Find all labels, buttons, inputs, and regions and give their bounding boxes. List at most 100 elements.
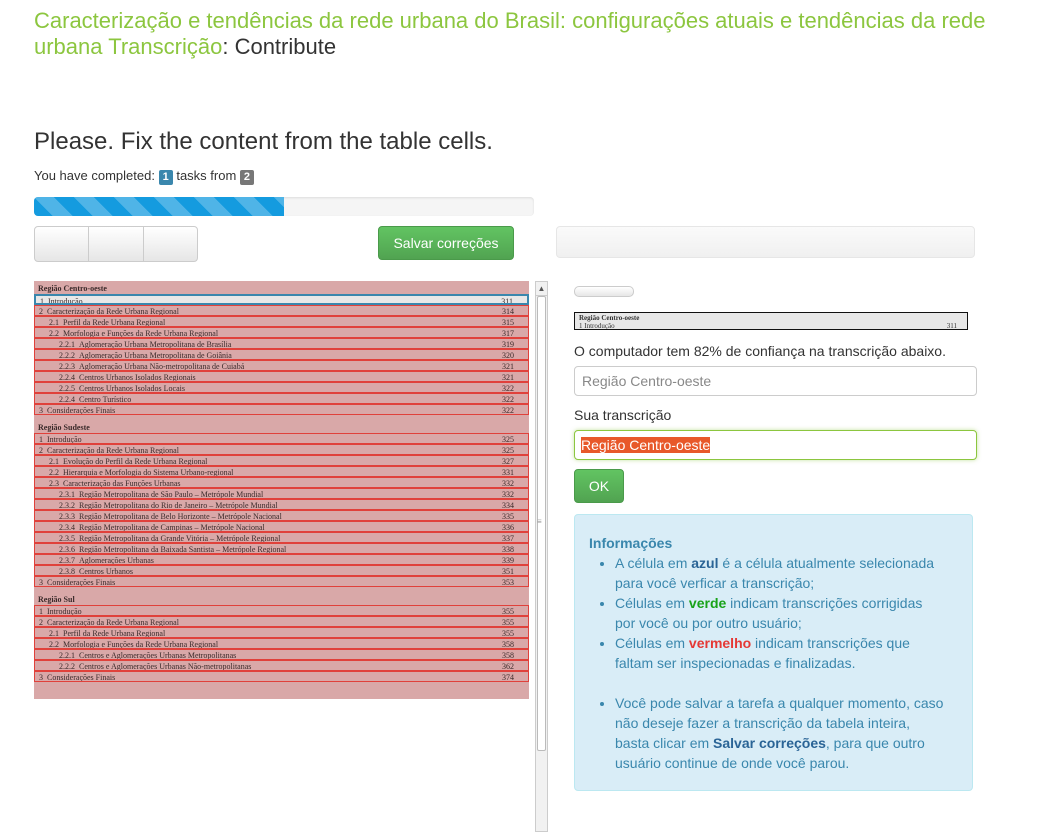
table-cell[interactable]: 2.2.2 Aglomeração Urbana Metropolitana d… bbox=[34, 349, 529, 360]
cell-title: Perfil da Rede Urbana Regional bbox=[63, 318, 166, 327]
cell-title: Aglomerações Urbanas bbox=[79, 556, 154, 565]
cell-title: Centros Urbanos Isolados Regionais bbox=[79, 373, 196, 382]
table-cell[interactable]: 2.1 Perfil da Rede Urbana Regional 315 bbox=[34, 316, 529, 327]
table-cell[interactable]: 2 Caracterização da Rede Urbana Regional… bbox=[34, 616, 529, 627]
cell-page: 336 bbox=[502, 523, 514, 532]
table-cell[interactable]: 2.2.1 Aglomeração Urbana Metropolitana d… bbox=[34, 338, 529, 349]
table-cell[interactable]: 2.2.4 Centros Urbanos Isolados Regionais… bbox=[34, 371, 529, 382]
cell-title: Região Metropolitana do Rio de Janeiro –… bbox=[79, 501, 278, 510]
cell-number: 2.3.1 bbox=[59, 490, 75, 499]
table-cell[interactable]: 2.2.5 Centros Urbanos Isolados Locais 322 bbox=[34, 382, 529, 393]
table-cell[interactable]: 2 Caracterização da Rede Urbana Regional… bbox=[34, 305, 529, 316]
progress-bar bbox=[34, 197, 534, 216]
section-heading-text: Região Centro-oeste bbox=[38, 284, 107, 293]
cell-title: Centro Turístico bbox=[79, 395, 132, 404]
zoom-toggle[interactable] bbox=[574, 286, 634, 297]
cell-page: 322 bbox=[502, 406, 514, 415]
cell-page: 319 bbox=[502, 340, 514, 349]
cell-text: 2.3.5 Região Metropolitana da Grande Vit… bbox=[59, 533, 280, 542]
table-cell[interactable]: 2.2 Morfologia e Funções da Rede Urbana … bbox=[34, 638, 529, 649]
scroll-up-arrow-icon[interactable]: ▲ bbox=[536, 282, 547, 296]
cell-page: 332 bbox=[502, 490, 514, 499]
info-title: Informações bbox=[589, 535, 673, 551]
cell-title: Evolução do Perfil da Rede Urbana Region… bbox=[63, 457, 208, 466]
cell-number: 2.1 bbox=[49, 629, 59, 638]
tasks-from-label: tasks from bbox=[176, 168, 237, 183]
table-cell[interactable]: 2.3.4 Região Metropolitana de Campinas –… bbox=[34, 521, 529, 532]
table-cell[interactable]: 2.2.3 Aglomeração Urbana Não-metropolita… bbox=[34, 360, 529, 371]
table-cell[interactable]: 2.3.6 Região Metropolitana da Baixada Sa… bbox=[34, 543, 529, 554]
cell-number: 2.2.1 bbox=[59, 340, 75, 349]
nav-button-1[interactable] bbox=[35, 227, 90, 261]
your-transcription-input[interactable]: Região Centro-oeste bbox=[574, 430, 977, 460]
cell-page: 321 bbox=[502, 373, 514, 382]
table-cell[interactable]: 2.3 Caracterização das Funções Urbanas 33… bbox=[34, 477, 529, 488]
title-separator: : bbox=[222, 34, 229, 59]
table-cell[interactable]: 1 Introdução 325 bbox=[34, 433, 529, 444]
table-cell[interactable]: 1 Introdução 355 bbox=[34, 605, 529, 616]
cell-title: Considerações Finais bbox=[47, 578, 116, 587]
cell-title: Centros Urbanos Isolados Locais bbox=[79, 384, 185, 393]
table-cell[interactable]: 2.3.8 Centros Urbanos 351 bbox=[34, 565, 529, 576]
info-key-green: verde bbox=[688, 595, 727, 611]
document-viewer[interactable]: Região Centro-oeste 1 Introdução 311 2 Cara… bbox=[34, 281, 548, 832]
info-text: Células em bbox=[615, 595, 689, 611]
cell-page: 358 bbox=[502, 640, 514, 649]
nav-button-2[interactable] bbox=[89, 227, 144, 261]
cell-text: 2.2 Morfologia e Funções da Rede Urbana … bbox=[49, 328, 218, 337]
cell-text: 2.3.3 Região Metropolitana de Belo Horiz… bbox=[59, 511, 282, 521]
document-scrollbar[interactable]: ▲ ≡ bbox=[535, 281, 548, 832]
table-cell[interactable]: 3 Considerações Finais 322 bbox=[34, 404, 529, 415]
nav-button-3[interactable] bbox=[144, 227, 197, 261]
table-cell[interactable]: 2.2.2 Centros e Aglomerações Urbanas Não… bbox=[34, 660, 529, 671]
table-cell[interactable]: 2.2.4 Centro Turístico 322 bbox=[34, 393, 529, 404]
cell-title: Região Metropolitana de Campinas – Metró… bbox=[79, 523, 265, 532]
section-heading: Região Centro-oeste bbox=[34, 283, 529, 294]
table-cell[interactable]: 2.3.7 Aglomerações Urbanas 339 bbox=[34, 554, 529, 565]
table-cell[interactable]: 2.1 Evolução do Perfil da Rede Urbana Re… bbox=[34, 455, 529, 466]
table-cell[interactable]: 2.2 Morfologia e Funções da Rede Urbana … bbox=[34, 327, 529, 338]
info-key-red: vermelho bbox=[688, 635, 752, 651]
page-title: Caracterização e tendências da rede urba… bbox=[34, 8, 1024, 60]
cell-text: 1 Introdução bbox=[39, 434, 82, 443]
cell-number: 2.2.5 bbox=[59, 384, 75, 393]
table-cell[interactable]: 3 Considerações Finais 374 bbox=[34, 671, 529, 682]
right-toolbar bbox=[556, 226, 975, 258]
cell-number: 2.2.4 bbox=[59, 373, 75, 382]
cell-number: 2.3.4 bbox=[59, 523, 75, 532]
cell-text: 2.3.4 Região Metropolitana de Campinas –… bbox=[59, 522, 265, 532]
table-cell-selected[interactable]: 1 Introdução 311 bbox=[34, 294, 529, 305]
table-cell[interactable]: 2.3.5 Região Metropolitana da Grande Vit… bbox=[34, 532, 529, 543]
cell-page: 355 bbox=[502, 618, 514, 627]
info-list: A célula em azul é a célula atualmente s… bbox=[589, 553, 945, 773]
cell-title: Caracterização das Funções Urbanas bbox=[63, 479, 181, 488]
cell-text: 3 Considerações Finais bbox=[39, 577, 116, 587]
cell-title: Região Metropolitana de São Paulo – Metr… bbox=[79, 490, 264, 499]
save-corrections-button[interactable]: Salvar correções bbox=[378, 226, 514, 260]
cell-page: 320 bbox=[502, 351, 514, 360]
table-cell[interactable]: 2.3.3 Região Metropolitana de Belo Horiz… bbox=[34, 510, 529, 521]
table-cell[interactable]: 2 Caracterização da Rede Urbana Regional… bbox=[34, 444, 529, 455]
table-cell[interactable]: 2.2 Hierarquia e Morfologia do Sistema U… bbox=[34, 466, 529, 477]
cell-text: 2.2.1 Aglomeração Urbana Metropolitana d… bbox=[59, 339, 231, 349]
cell-number: 2.2 bbox=[49, 640, 59, 649]
cell-page: 335 bbox=[502, 512, 514, 521]
cell-text: 2.3.2 Região Metropolitana do Rio de Jan… bbox=[59, 500, 278, 510]
cell-number: 2.1 bbox=[49, 318, 59, 327]
table-cell[interactable]: 2.2.1 Centros e Aglomerações Urbanas Met… bbox=[34, 649, 529, 660]
table-cell[interactable]: 2.3.2 Região Metropolitana do Rio de Jan… bbox=[34, 499, 529, 510]
ok-button[interactable]: OK bbox=[574, 469, 624, 503]
cell-text: 2 Caracterização da Rede Urbana Regional bbox=[39, 617, 179, 626]
table-cell[interactable]: 3 Considerações Finais 353 bbox=[34, 576, 529, 587]
document-image: Região Centro-oeste 1 Introdução 311 2 Cara… bbox=[34, 281, 529, 699]
cell-page: 315 bbox=[502, 318, 514, 327]
table-cell[interactable]: 2.3.1 Região Metropolitana de São Paulo … bbox=[34, 488, 529, 499]
cell-number: 2.3.6 bbox=[59, 545, 75, 554]
cell-text: 2.1 Perfil da Rede Urbana Regional bbox=[49, 628, 165, 638]
cell-title: Região Metropolitana de Belo Horizonte –… bbox=[79, 512, 282, 521]
table-cell[interactable]: 2.1 Perfil da Rede Urbana Regional 355 bbox=[34, 627, 529, 638]
cell-page: 331 bbox=[502, 468, 514, 477]
cell-page: 311 bbox=[501, 297, 513, 305]
cell-number: 2.1 bbox=[49, 457, 59, 466]
cell-text: 3 Considerações Finais bbox=[39, 405, 115, 414]
